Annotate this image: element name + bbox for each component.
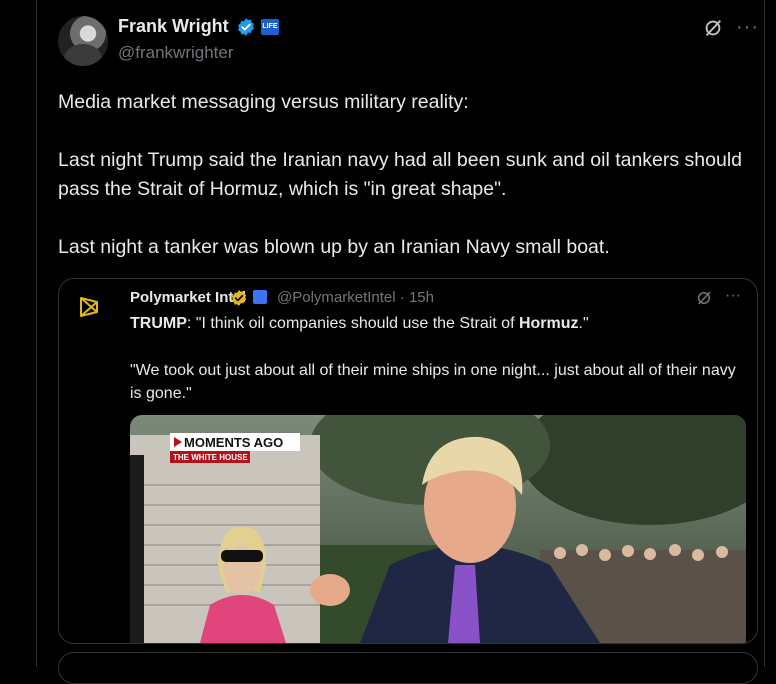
separator: · xyxy=(399,289,405,306)
tweet-text: Media market messaging versus military r… xyxy=(58,88,748,291)
quote-time[interactable]: 15h xyxy=(409,289,434,306)
quote-text-suffix: ." xyxy=(578,315,589,332)
quote-text-bold: Hormuz xyxy=(518,315,579,332)
video-subbanner: THE WHITE HOUSE xyxy=(173,453,248,462)
quote-text-middle: : "I think oil companies should use the … xyxy=(186,315,519,332)
grok-icon[interactable] xyxy=(702,17,724,39)
tweet-paragraph: Last night Trump said the Iranian navy h… xyxy=(58,149,743,200)
video-frame: MOMENTS AGO THE WHITE HOUSE xyxy=(130,415,746,643)
left-border xyxy=(36,0,37,667)
more-icon[interactable]: ··· xyxy=(736,16,759,39)
grok-icon[interactable] xyxy=(695,289,713,307)
video-banner: MOMENTS AGO xyxy=(184,435,283,450)
avatar[interactable] xyxy=(58,16,108,66)
quote-handle-text: @PolymarketIntel xyxy=(277,289,396,306)
more-icon[interactable]: ··· xyxy=(725,287,741,305)
author-handle[interactable]: @frankwrighter xyxy=(118,43,234,63)
quote-author-name[interactable]: Polymarket Intel xyxy=(130,289,246,306)
author-name[interactable]: Frank Wright xyxy=(118,16,229,37)
quote-text-line1: TRUMP: "I think oil companies should use… xyxy=(130,315,589,333)
gold-verified-badge-icon xyxy=(231,290,247,306)
quote-tweet-card[interactable]: Polymarket Intel @PolymarketIntel · 15h … xyxy=(58,278,758,644)
tweet-paragraph: Media market messaging versus military r… xyxy=(58,91,469,113)
right-border xyxy=(764,0,765,667)
quote-text-line2: "We took out just about all of their min… xyxy=(130,362,736,402)
quote-media-video[interactable]: MOMENTS AGO THE WHITE HOUSE xyxy=(130,415,746,643)
polymarket-logo-icon xyxy=(73,291,105,323)
affiliate-badge[interactable]: LIFE xyxy=(261,19,279,35)
quote-affiliate-badge xyxy=(253,290,267,304)
next-card xyxy=(58,652,758,684)
verified-badge-icon xyxy=(238,18,254,36)
quote-speaker: TRUMP xyxy=(130,315,187,332)
tweet-paragraph: Last night a tanker was blown up by an I… xyxy=(58,236,610,258)
quote-handle[interactable]: @PolymarketIntel · 15h xyxy=(277,289,434,306)
